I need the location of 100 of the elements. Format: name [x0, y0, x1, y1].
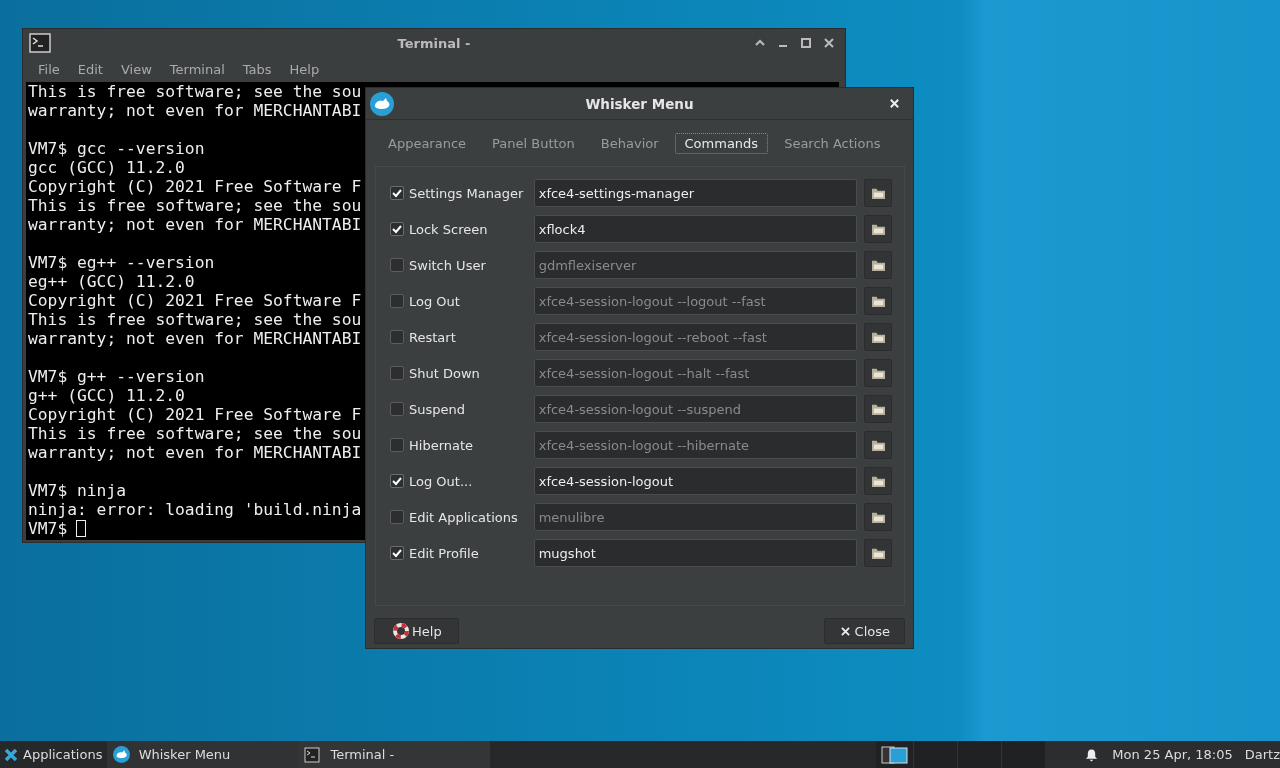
user-name[interactable]: Dartz: [1244, 747, 1280, 762]
browse-button[interactable]: [864, 395, 892, 423]
browse-button[interactable]: [864, 359, 892, 387]
folder-icon: [870, 366, 886, 380]
window-thumbnail-icon: [880, 745, 909, 764]
checkbox[interactable]: [390, 366, 404, 380]
folder-icon: [870, 474, 886, 488]
workspace-button[interactable]: [876, 741, 914, 768]
tab[interactable]: Behavior: [590, 132, 669, 154]
terminal-line: VM7$ gcc --version: [28, 139, 205, 158]
terminal-icon: [304, 746, 321, 763]
terminal-line: This is free software; see the sou: [28, 424, 362, 443]
terminal-line: warranty; not even for MERCHANTABI: [28, 215, 362, 234]
tab[interactable]: Search Actions: [774, 132, 891, 154]
checkbox[interactable]: [390, 474, 404, 488]
checkbox-label: Restart: [409, 329, 456, 345]
tab[interactable]: Panel Button: [482, 132, 585, 154]
clock[interactable]: Mon 25 Apr, 18:05: [1112, 747, 1233, 762]
close-button[interactable]: Close: [823, 618, 905, 644]
folder-icon: [870, 402, 886, 416]
browse-button[interactable]: [864, 287, 892, 315]
command-field[interactable]: xfce4-session-logout --suspend: [533, 395, 858, 423]
checkbox[interactable]: [390, 294, 404, 308]
checkbox[interactable]: [390, 258, 404, 272]
text-cursor: [76, 520, 87, 537]
browse-button[interactable]: [864, 179, 892, 207]
terminal-line: eg++ (GCC) 11.2.0: [28, 272, 195, 291]
close-icon[interactable]: [823, 37, 835, 49]
taskbar-button[interactable]: Whisker Menu: [106, 741, 299, 768]
terminal-line: Copyright (C) 2021 Free Software F: [28, 177, 362, 196]
window-title: Terminal -: [397, 35, 471, 51]
terminal-line: This is free software; see the sou: [28, 82, 362, 101]
tab[interactable]: Appearance: [378, 132, 477, 154]
applications-button[interactable]: Applications: [0, 741, 107, 768]
folder-icon: [870, 294, 886, 308]
terminal-line: ninja: error: loading 'build.ninja: [28, 500, 362, 519]
checkbox-label: Shut Down: [409, 365, 480, 381]
command-field[interactable]: menulibre: [533, 503, 858, 531]
terminal-line: VM7$ ninja: [28, 481, 127, 500]
command-field[interactable]: xflock4: [533, 215, 858, 243]
mouse-logo-icon: [370, 91, 394, 116]
terminal-line: This is free software; see the sou: [28, 310, 362, 329]
browse-button[interactable]: [864, 323, 892, 351]
help-button[interactable]: Help: [374, 618, 459, 644]
terminal-line: warranty; not even for MERCHANTABI: [28, 329, 362, 348]
menu-item[interactable]: Help: [280, 62, 329, 77]
browse-button[interactable]: [864, 539, 892, 567]
checkbox[interactable]: [390, 222, 404, 236]
command-field[interactable]: mugshot: [533, 539, 858, 567]
browse-button[interactable]: [864, 215, 892, 243]
command-field[interactable]: xfce4-session-logout --halt --fast: [533, 359, 858, 387]
checkbox[interactable]: [390, 186, 404, 200]
checkbox[interactable]: [390, 438, 404, 452]
checkbox-label: Lock Screen: [409, 221, 488, 237]
taskbar-button[interactable]: Terminal -: [298, 741, 491, 768]
terminal-line: g++ (GCC) 11.2.0: [28, 386, 185, 405]
command-field[interactable]: gdmflexiserver: [533, 251, 858, 279]
checkbox-label: Suspend: [409, 401, 465, 417]
bell-icon[interactable]: [1085, 747, 1099, 762]
folder-icon: [870, 510, 886, 524]
checkbox-label: Edit Profile: [409, 545, 479, 561]
browse-button[interactable]: [864, 431, 892, 459]
terminal-prompt: VM7$: [28, 519, 68, 538]
checkbox[interactable]: [390, 330, 404, 344]
checkbox-label: Edit Applications: [409, 509, 518, 525]
menu-item[interactable]: Edit: [68, 62, 112, 77]
checkbox-label: Settings Manager: [409, 185, 524, 201]
checkbox-label: Hibernate: [409, 437, 474, 453]
mouse-logo-icon: [112, 746, 130, 763]
checkbox[interactable]: [390, 510, 404, 524]
folder-icon: [870, 438, 886, 452]
terminal-line: VM7$ g++ --version: [28, 367, 205, 386]
command-field[interactable]: xfce4-settings-manager: [533, 179, 858, 207]
browse-button[interactable]: [864, 251, 892, 279]
command-field[interactable]: xfce4-session-logout --logout --fast: [533, 287, 858, 315]
menu-item[interactable]: Tabs: [233, 62, 281, 77]
command-field[interactable]: xfce4-session-logout --hibernate: [533, 431, 858, 459]
maximize-icon[interactable]: [800, 37, 812, 49]
xfce-logo-icon: [4, 747, 18, 762]
checkbox[interactable]: [390, 546, 404, 560]
menu-item[interactable]: Terminal: [160, 62, 234, 77]
menu-item[interactable]: File: [29, 62, 69, 77]
folder-icon: [870, 222, 886, 236]
terminal-icon[interactable]: [29, 33, 51, 53]
browse-button[interactable]: [864, 503, 892, 531]
browse-button[interactable]: [864, 467, 892, 495]
dialog-title: Whisker Menu: [585, 95, 694, 112]
lifebuoy-icon: [393, 623, 409, 639]
command-field[interactable]: xfce4-session-logout --reboot --fast: [533, 323, 858, 351]
terminal-line: warranty; not even for MERCHANTABI: [28, 443, 362, 462]
command-field[interactable]: xfce4-session-logout: [533, 467, 858, 495]
menu-item[interactable]: View: [111, 62, 161, 77]
folder-icon: [870, 186, 886, 200]
folder-icon: [870, 258, 886, 272]
terminal-line: gcc (GCC) 11.2.0: [28, 158, 185, 177]
checkbox[interactable]: [390, 402, 404, 416]
terminal-line: VM7$ eg++ --version: [28, 253, 215, 272]
terminal-line: Copyright (C) 2021 Free Software F: [28, 405, 362, 424]
close-icon: [840, 626, 850, 636]
checkbox-label: Log Out: [409, 293, 460, 309]
